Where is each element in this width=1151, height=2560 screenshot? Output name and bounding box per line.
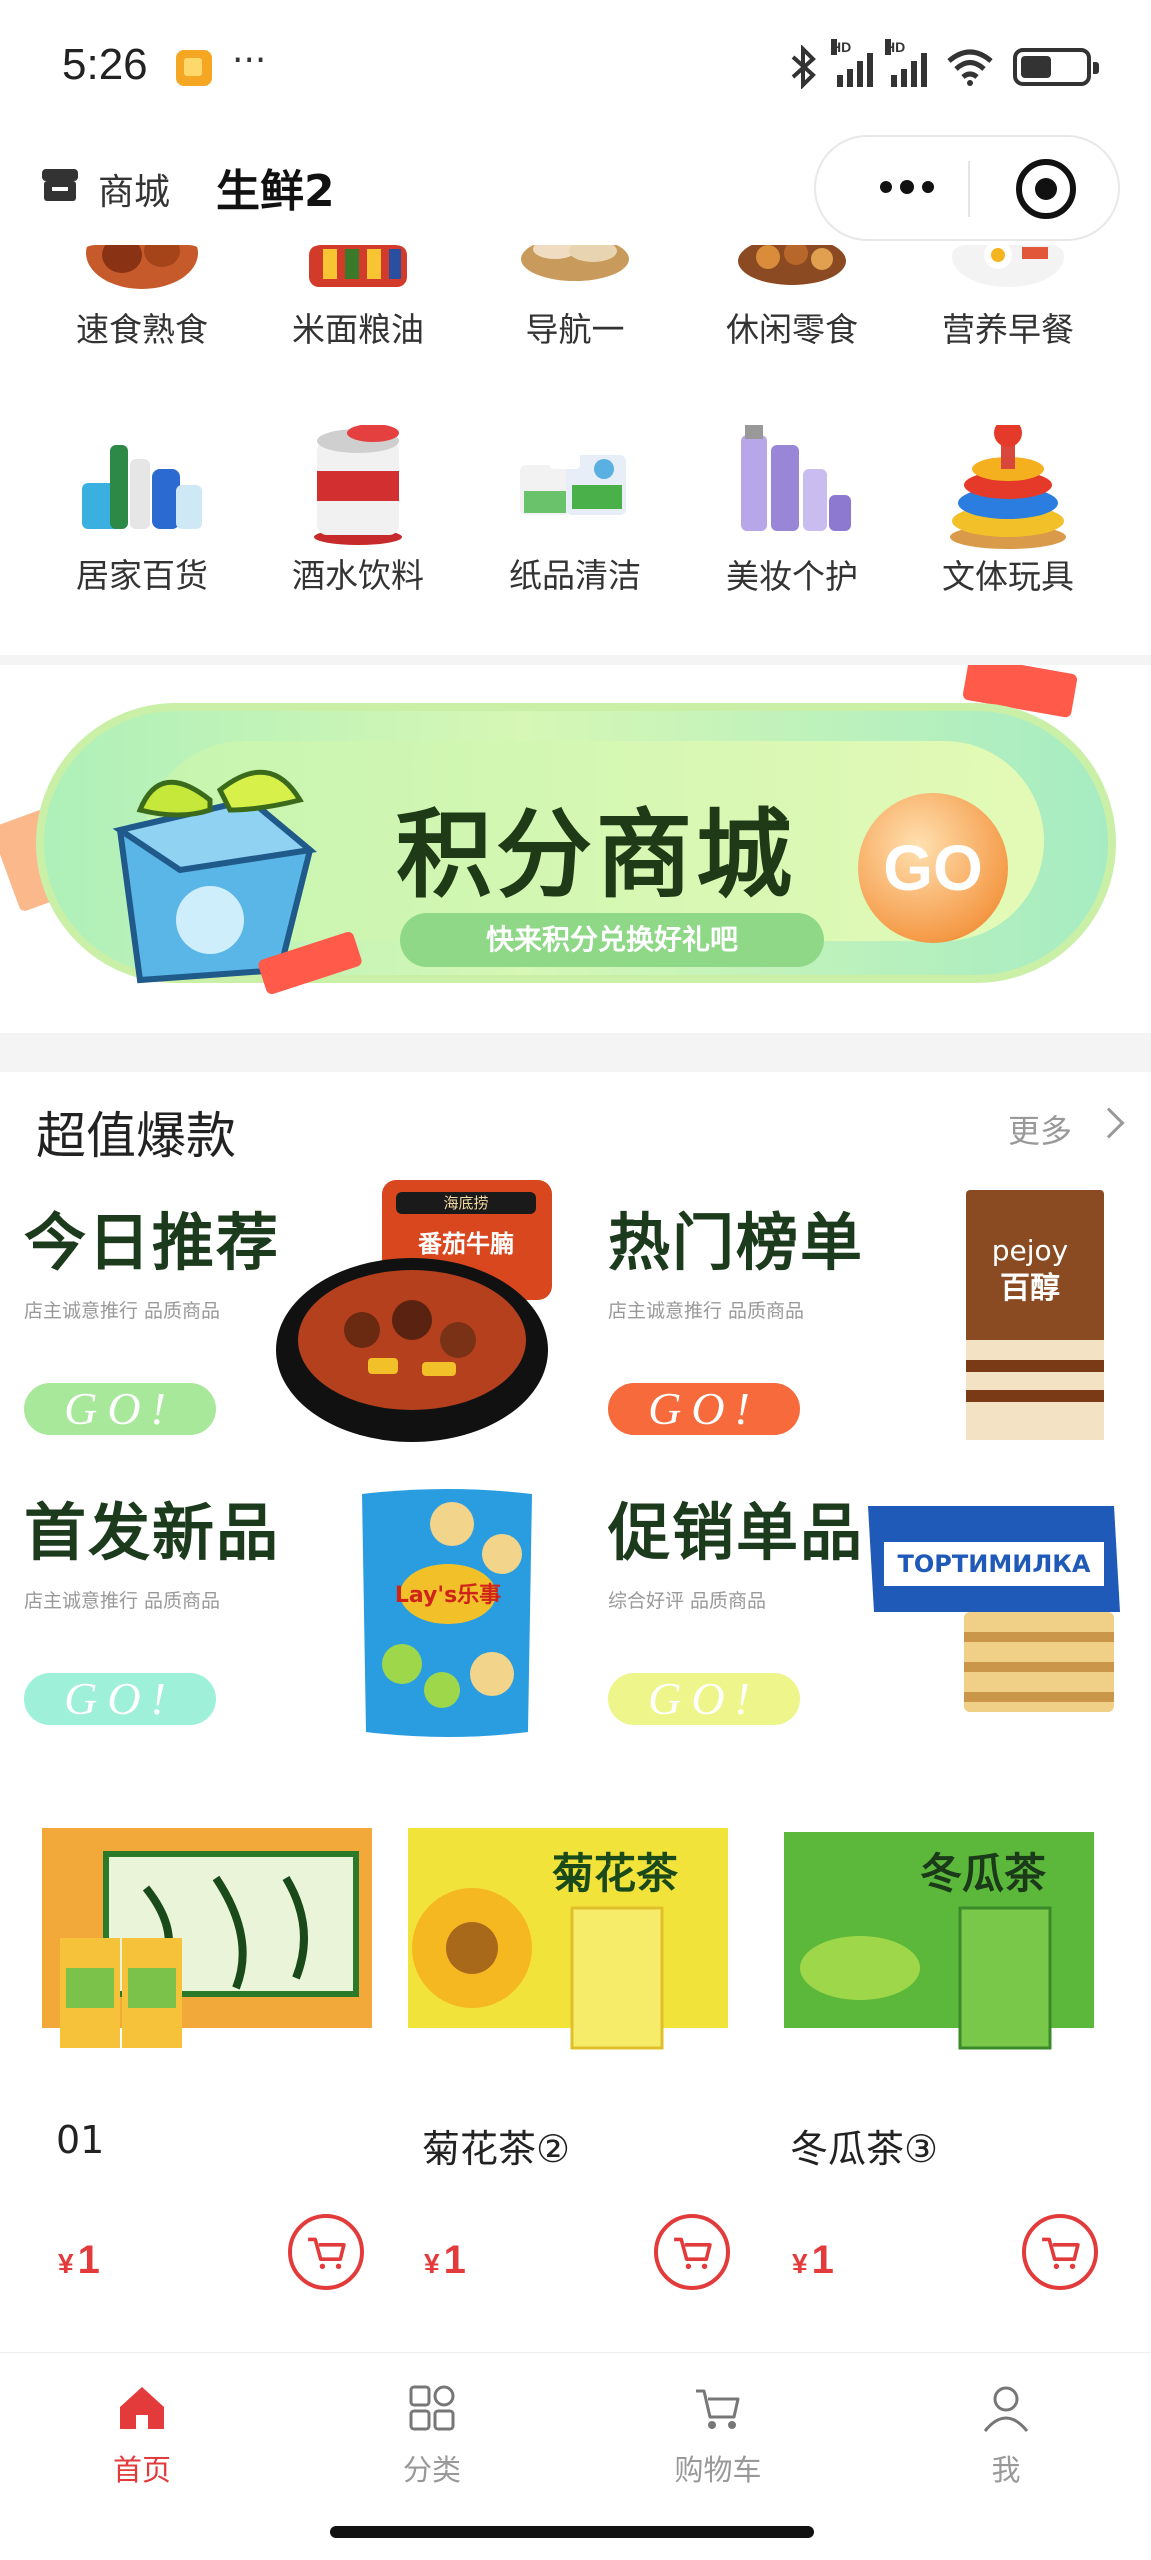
bread-basket-icon — [521, 245, 629, 281]
product-card[interactable]: 菊花茶 菊花茶② ¥1 — [402, 1818, 742, 2318]
category-item[interactable]: 休闲零食 — [692, 245, 892, 351]
product-image: 菊花茶 — [408, 1828, 728, 2050]
stacking-rings-icon — [950, 425, 1066, 549]
promo-today-recommend[interactable]: 今日推荐 店主诚意推行 品质商品 GO! — [24, 1192, 280, 1435]
more-notifications-icon: ··· — [232, 40, 267, 81]
product-name: 菊花茶② — [422, 2127, 571, 2171]
add-to-cart-icon[interactable] — [1022, 2214, 1098, 2290]
cart-icon — [696, 2389, 740, 2429]
battery-icon — [1013, 48, 1099, 86]
hotpot-product-image: 海底捞 番茄牛腩 — [276, 1180, 552, 1442]
category-item[interactable]: 营养早餐 — [908, 245, 1108, 351]
more-link[interactable]: 更多 — [1008, 1106, 1072, 1152]
banner-go-button[interactable]: GO — [858, 793, 1008, 943]
bluetooth-icon — [791, 45, 816, 89]
beer-can-icon — [314, 425, 402, 545]
svg-text:冬瓜茶: 冬瓜茶 — [920, 1849, 1047, 1898]
points-mall-banner[interactable]: 积分商城 快来积分兑换好礼吧 GO — [0, 665, 1151, 1033]
groceries-icon — [309, 245, 407, 287]
product-name: 01 — [56, 2118, 105, 2162]
section-title: 超值爆款 — [36, 1107, 236, 1165]
promo-new-arrivals[interactable]: 首发新品 店主诚意推行 品质商品 GO! — [24, 1482, 280, 1725]
close-target-icon[interactable] — [1016, 159, 1076, 219]
user-icon — [983, 2386, 1029, 2432]
more-menu-icon[interactable] — [862, 157, 952, 217]
tab-cart[interactable]: 购物车 — [648, 2383, 788, 2489]
promo-go-button[interactable]: GO! — [24, 1673, 216, 1725]
product-image — [42, 1828, 372, 2048]
clock: 5:26 — [62, 40, 148, 89]
product-image: 冬瓜茶 — [784, 1832, 1094, 2050]
wafer-product-image: ТОРТИМИЛКА — [868, 1506, 1120, 1712]
category-item[interactable]: 米面粮油 — [258, 245, 458, 351]
svg-text:百醇: 百醇 — [1000, 1271, 1060, 1306]
product-card[interactable]: 01 ¥1 — [36, 1818, 376, 2318]
category-item[interactable]: 速食熟食 — [42, 245, 242, 351]
wifi-icon — [947, 49, 993, 86]
home-indicator[interactable] — [330, 2526, 814, 2538]
nav-header: 商城 生鲜2 — [0, 135, 1151, 245]
pejoy-product-image: pejoy 百醇 — [966, 1190, 1104, 1440]
category-item[interactable]: 美妆个护 — [692, 425, 892, 598]
breakfast-plate-icon — [952, 245, 1064, 287]
add-to-cart-icon[interactable] — [654, 2214, 730, 2290]
product-price: ¥1 — [792, 2238, 834, 2282]
product-card[interactable]: 冬瓜茶 冬瓜茶③ ¥1 — [770, 1818, 1110, 2318]
category-grid: 速食熟食 米面粮油 导航一 休闲零食 营养早餐 居家百货 酒水饮料 纸品清洁 美… — [0, 245, 1151, 655]
home-icon — [120, 2387, 164, 2429]
nuts-icon — [738, 245, 846, 285]
signal-1-icon: HD — [831, 39, 873, 87]
tab-category[interactable]: 分类 — [362, 2383, 502, 2489]
lays-chips-product-image: Lay's乐事 — [362, 1489, 532, 1737]
chevron-right-icon[interactable] — [1093, 1107, 1125, 1139]
fried-chicken-icon — [86, 245, 198, 289]
store-icon[interactable] — [38, 163, 82, 207]
grid-icon — [409, 2385, 455, 2431]
capsule-divider — [968, 161, 970, 217]
mini-program-capsule — [814, 135, 1120, 241]
system-icons: HD HD — [789, 39, 1099, 92]
category-item[interactable]: 导航一 — [475, 245, 675, 351]
product-name: 冬瓜茶③ — [790, 2127, 939, 2171]
category-item[interactable]: 文体玩具 — [908, 425, 1108, 598]
svg-text:番茄牛腩: 番茄牛腩 — [417, 1230, 514, 1258]
page-title: 生鲜2 — [216, 166, 335, 217]
tab-me[interactable]: 我 — [936, 2383, 1076, 2489]
store-label[interactable]: 商城 — [98, 163, 170, 215]
tissue-icon — [520, 445, 626, 515]
promo-hot-ranking[interactable]: 热门榜单 店主诚意推行 品质商品 GO! — [608, 1192, 864, 1435]
status-bar: 5:26 ··· HD HD — [0, 0, 1151, 135]
tab-home[interactable]: 首页 — [72, 2383, 212, 2489]
banner-title: 积分商城 — [396, 799, 796, 911]
promo-go-button[interactable]: GO! — [24, 1383, 216, 1435]
notification-app-icon — [176, 50, 212, 86]
svg-text:Lay's乐事: Lay's乐事 — [395, 1582, 501, 1608]
category-item[interactable]: 酒水饮料 — [258, 425, 458, 597]
svg-text:菊花茶: 菊花茶 — [552, 1849, 679, 1898]
product-price: ¥1 — [58, 2238, 100, 2282]
svg-text:ТОРТИМИЛКА: ТОРТИМИЛКА — [898, 1550, 1091, 1578]
svg-text:pejoy: pejoy — [992, 1234, 1068, 1267]
promo-go-button[interactable]: GO! — [608, 1673, 800, 1725]
category-item[interactable]: 居家百货 — [42, 425, 242, 597]
product-price: ¥1 — [424, 2238, 466, 2282]
banner-subtitle: 快来积分兑换好礼吧 — [400, 913, 824, 967]
svg-text:海底捞: 海底捞 — [443, 1194, 488, 1212]
cosmetics-icon — [741, 425, 851, 531]
signal-2-icon: HD — [885, 39, 927, 87]
add-to-cart-icon[interactable] — [288, 2214, 364, 2290]
household-bottles-icon — [82, 445, 202, 529]
promo-sale-item[interactable]: 促销单品 综合好评 品质商品 GO! — [608, 1482, 864, 1725]
category-item[interactable]: 纸品清洁 — [475, 425, 675, 597]
promo-go-button[interactable]: GO! — [608, 1383, 800, 1435]
